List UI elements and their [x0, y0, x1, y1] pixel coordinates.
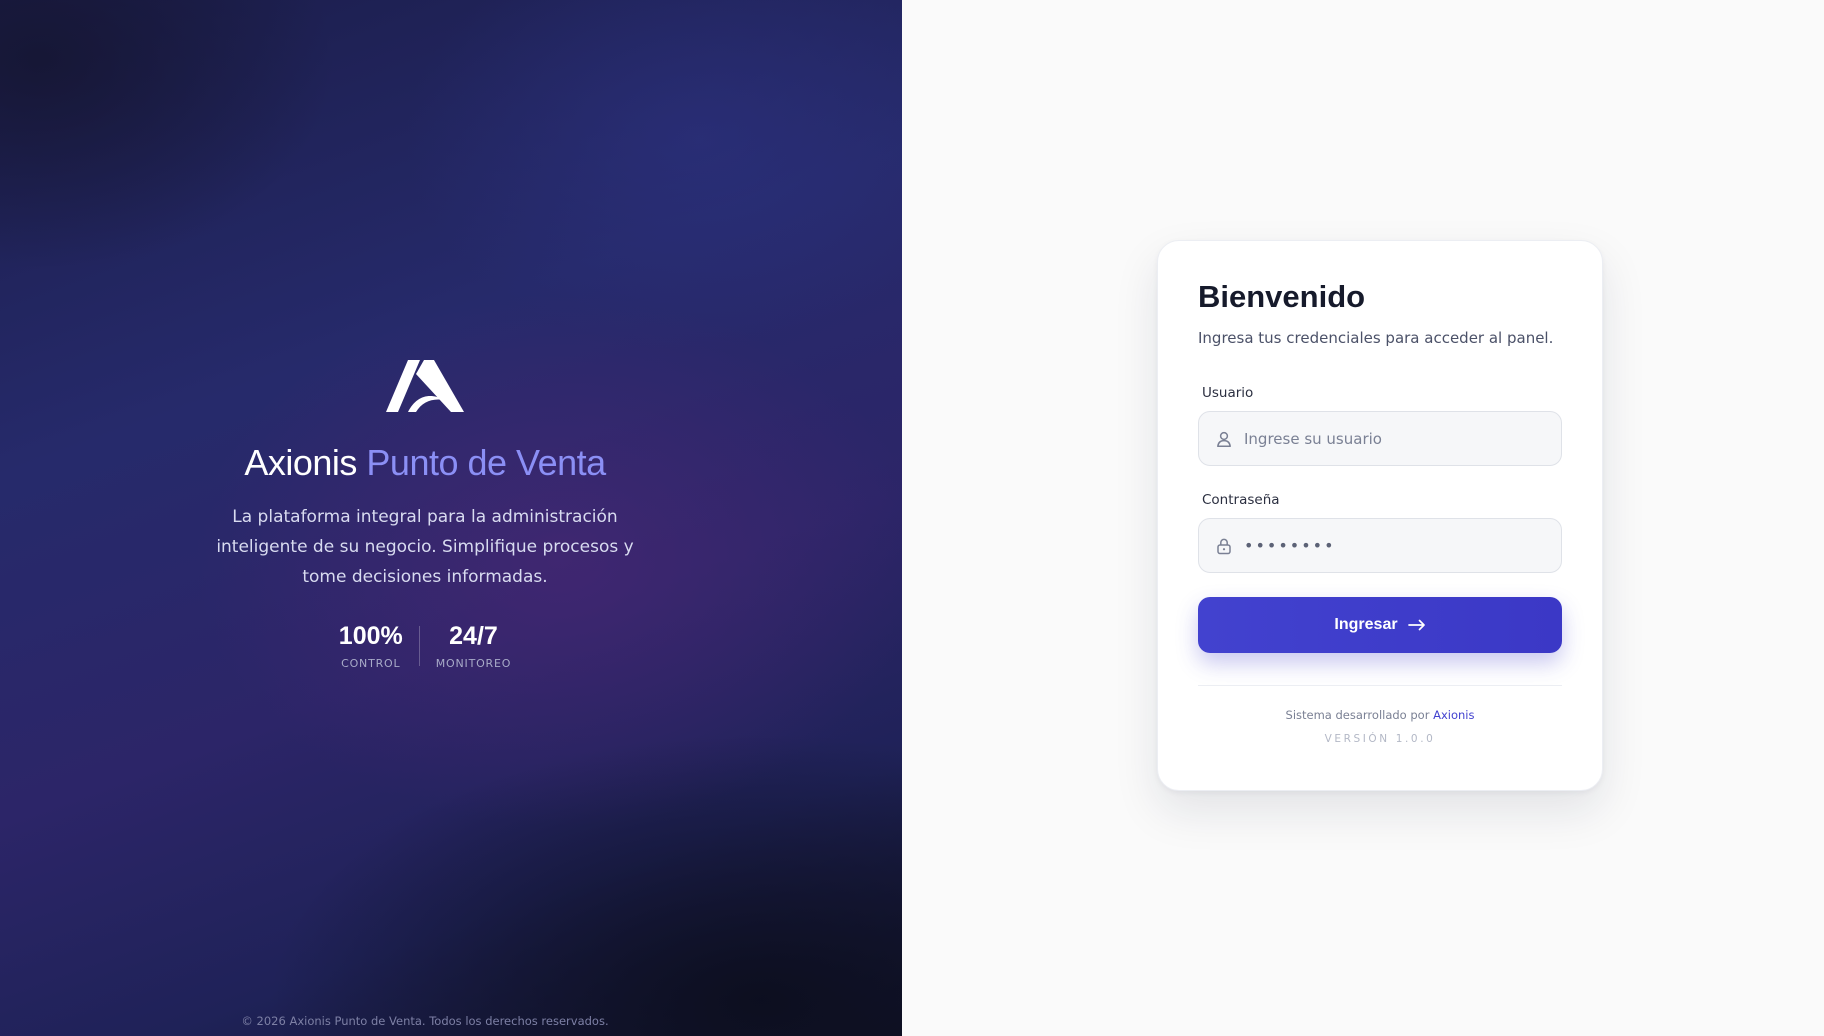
username-input[interactable]	[1244, 412, 1561, 465]
axionis-logo-icon	[386, 360, 464, 412]
stat-label: MONITOREO	[435, 657, 512, 670]
login-subtitle: Ingresa tus credenciales para acceder al…	[1198, 329, 1554, 347]
credits-text: Sistema desarrollado por	[1285, 708, 1430, 722]
stats-row: 100% CONTROL 24/7 MONITOREO	[323, 622, 527, 670]
brand-title: Axionis Punto de Venta	[244, 442, 606, 484]
login-title: Bienvenido	[1198, 279, 1366, 314]
lock-icon	[1217, 538, 1231, 554]
brand-title-main: Axionis	[244, 442, 357, 483]
stat-label: CONTROL	[341, 657, 401, 670]
stat-value: 100%	[338, 622, 403, 650]
stat-monitoreo: 24/7 MONITOREO	[420, 622, 527, 670]
stat-control: 100% CONTROL	[323, 622, 419, 670]
username-field[interactable]	[1198, 411, 1562, 466]
axionis-link[interactable]: Axionis	[1433, 708, 1474, 722]
hero-panel: Axionis Punto de Venta La plataforma int…	[0, 0, 902, 1036]
login-card: Bienvenido Ingresa tus credenciales para…	[1157, 240, 1603, 791]
user-icon	[1217, 431, 1231, 447]
stat-value: 24/7	[449, 622, 498, 650]
login-button[interactable]: Ingresar	[1198, 597, 1562, 653]
password-input[interactable]	[1244, 519, 1561, 572]
card-divider	[1198, 685, 1562, 686]
hero-content: Axionis Punto de Venta La plataforma int…	[0, 360, 850, 670]
login-button-label: Ingresar	[1334, 616, 1398, 633]
login-page: Axionis Punto de Venta La plataforma int…	[0, 0, 1824, 1036]
copyright-footer: © 2026 Axionis Punto de Venta. Todos los…	[241, 1014, 609, 1028]
password-field[interactable]	[1198, 518, 1562, 573]
username-label: Usuario	[1202, 385, 1254, 401]
password-label: Contraseña	[1202, 492, 1280, 508]
brand-title-accent: Punto de Venta	[366, 442, 606, 483]
credits: Sistema desarrollado por Axionis	[1198, 708, 1562, 722]
version-label: VERSIÓN 1.0.0	[1324, 733, 1436, 745]
arrow-right-icon	[1407, 619, 1425, 631]
login-area: Bienvenido Ingresa tus credenciales para…	[902, 0, 1824, 1036]
brand-description: La plataforma integral para la administr…	[216, 507, 634, 587]
